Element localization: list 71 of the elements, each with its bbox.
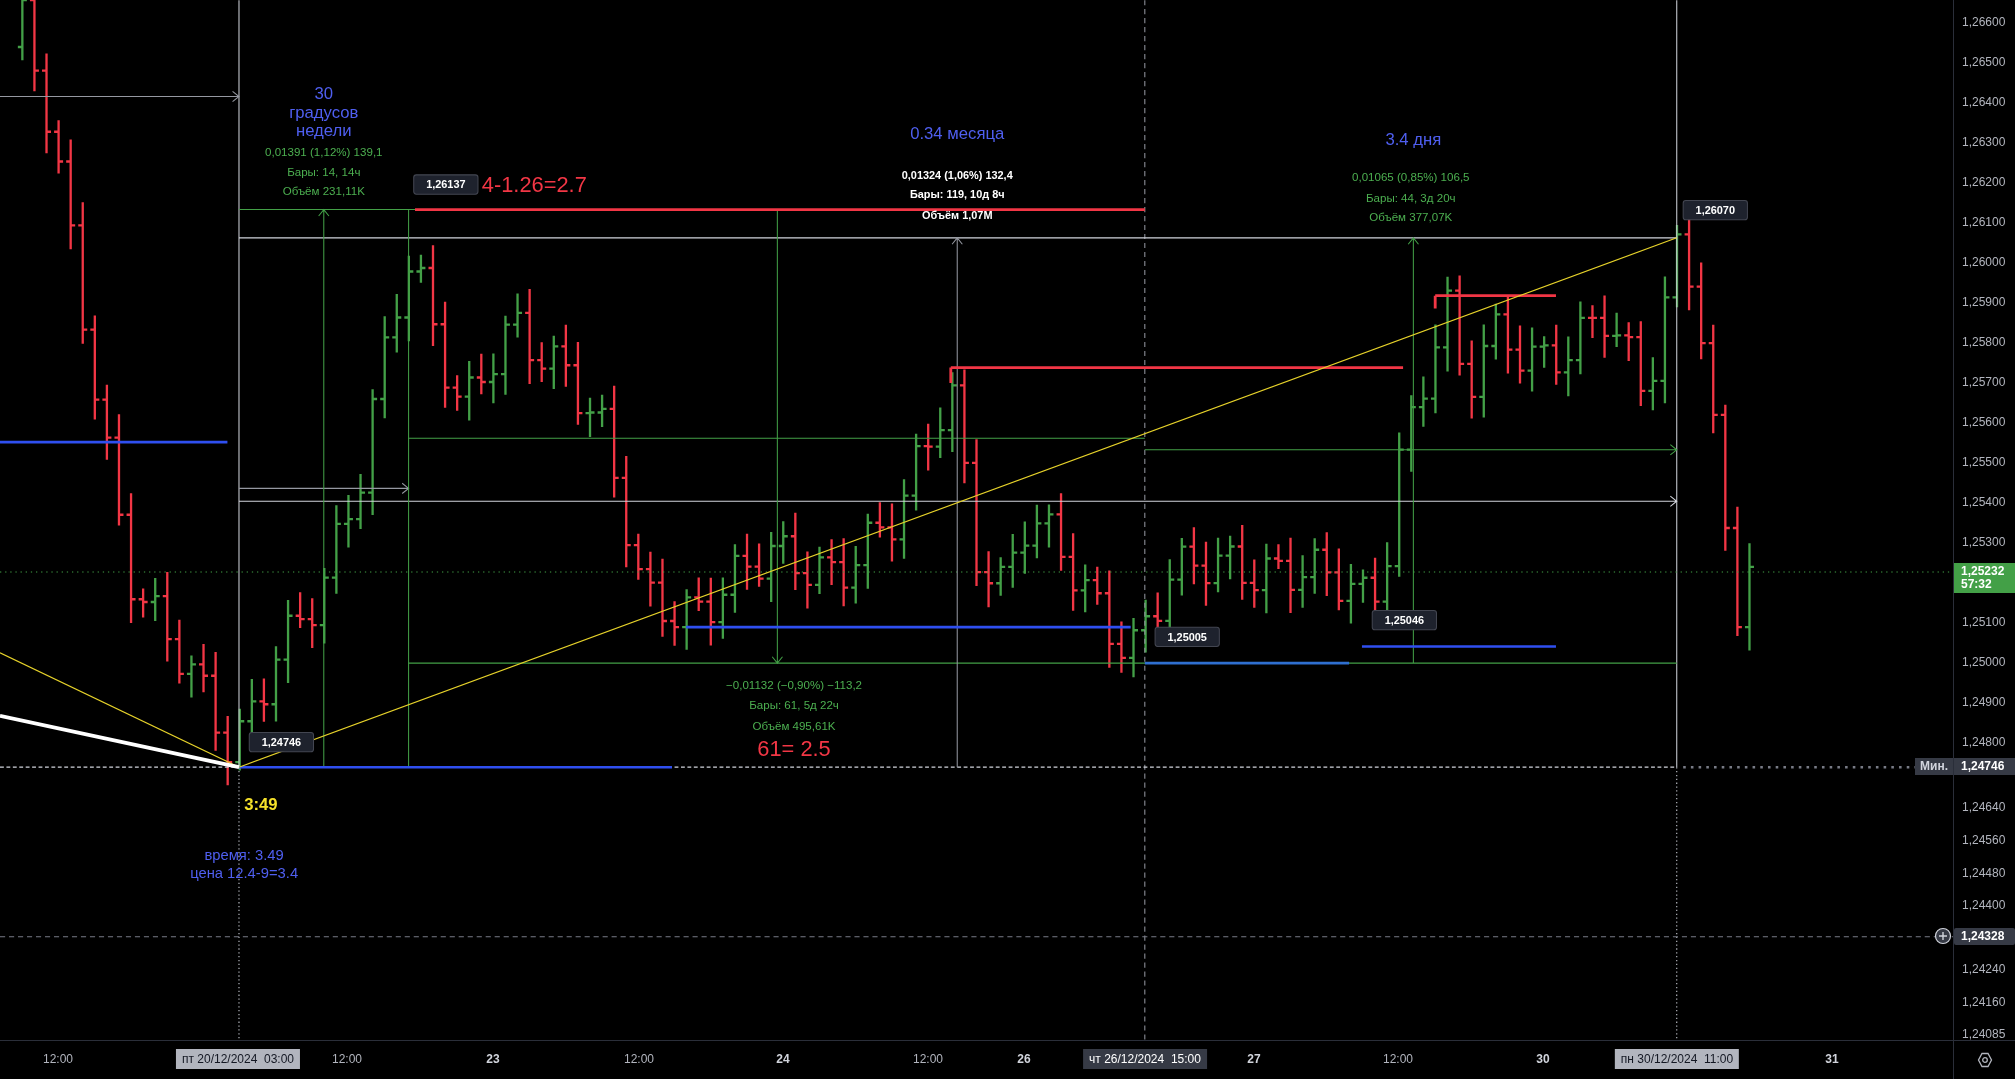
price-tick-label: 1,25400 [1962,495,2006,509]
price-tick-label: 1,24900 [1962,695,2006,709]
time-label: 12:00 [1383,1051,1413,1067]
measure-text: 0,01065 (0,85%) 106,5 [1352,171,1470,184]
day-label: 26 [1017,1051,1031,1067]
measure-text: Бары: 14, 14ч [287,166,361,179]
annotation-text: 3:49 [244,794,278,814]
measure-text: Объём 1,07M [921,208,993,221]
price-tick-label: 1,26000 [1962,255,2006,269]
price-tick-label: 1,24240 [1962,962,2006,976]
day-label: 27 [1247,1051,1261,1067]
price-tick-label: 1,25100 [1962,615,2006,629]
price-tick-label: 1,26500 [1962,55,2006,69]
price-tick-label: 1,25300 [1962,535,2006,549]
annotation-text: 30 [314,84,334,104]
day-label: 23 [486,1051,500,1067]
measure-text: Бары: 119, 10д 8ч [909,188,1005,200]
measure-text: −0,01132 (−0,90%) −113,2 [726,678,863,691]
price-tick-label: 1,24640 [1962,800,2006,814]
price-callout: 1,26137 [413,174,479,195]
measure-text: цена 12.4-9=3.4 [190,864,299,881]
price-tick-label: 1,26600 [1962,15,2006,29]
price-tick-label: 1,25900 [1962,295,2006,309]
price-tick-label: 1,25500 [1962,455,2006,469]
price-tick-label: 1,26100 [1962,215,2006,229]
annotation-text: 61= 2.5 [757,735,831,761]
price-tick-label: 1,25000 [1962,655,2006,669]
price-tick-label: 1,25600 [1962,415,2006,429]
annotation-text: градусов [289,103,359,123]
annotation-text: 4-1.26=2.7 [481,171,587,197]
price-tick-label: 1,24480 [1962,866,2006,880]
price-tick-label: 1,24560 [1962,833,2006,847]
day-label: 30 [1536,1051,1550,1067]
price-tick-label: 1,24085 [1962,1027,2006,1041]
price-tick-label: 1,24160 [1962,995,2006,1009]
time-label: 12:00 [332,1051,362,1067]
price-tick-label: 1,26300 [1962,135,2006,149]
price-tick-label: 1,26400 [1962,95,2006,109]
time-label: 12:00 [624,1051,654,1067]
price-tick-label: 1,24400 [1962,898,2006,912]
measure-text: 0,01324 (1,06%) 132,4 [901,168,1013,181]
measure-text: Объём 495,61K [752,719,836,732]
annotation-text: 0.34 месяца [910,123,1005,143]
price-callout: 1,25005 [1154,626,1220,647]
annotation-text: 3.4 дня [1385,130,1442,150]
price-callout: 1,25046 [1371,609,1437,631]
price-tick-label: 1,25800 [1962,335,2006,349]
measure-text: Бары: 61, 5д 22ч [749,699,839,712]
time-label: 12:00 [913,1051,943,1067]
range-date-badge: пт 20/12/2024 03:00 [175,1049,301,1069]
price-callout: 1,26070 [1682,200,1748,221]
measure-text: 0,01391 (1,12%) 139,1 [265,145,383,158]
measure-text: Бары: 44, 3д 20ч [1365,191,1456,204]
annotation-text: недели [295,121,352,141]
crosshair-date-badge: чт 26/12/2024 15:00 [1083,1049,1207,1069]
measure-text: Объём 377,07K [1369,211,1453,224]
measure-text: Объём 231,11K [282,185,365,198]
time-label: 12:00 [43,1051,73,1067]
price-callout: 1,24746 [248,732,315,753]
measure-text: время: 3.49 [204,846,284,863]
price-tick-label: 1,26200 [1962,175,2006,189]
day-label: 31 [1825,1051,1839,1067]
crosshair-price-badge: 1,24328 [1954,928,2015,945]
settings-icon[interactable] [1976,1052,1993,1068]
day-label: 24 [776,1051,790,1067]
current-price-badge: 1,25232 57:32 [1954,563,2015,593]
price-tick-label: 1,25700 [1962,375,2006,389]
range-date-badge: пн 30/12/2024 11:00 [1614,1049,1740,1069]
price-tick-label: 1,24800 [1962,735,2006,749]
min-price-badge: 1,24746 [1954,758,2015,775]
min-label: Мин. [1915,758,1953,775]
